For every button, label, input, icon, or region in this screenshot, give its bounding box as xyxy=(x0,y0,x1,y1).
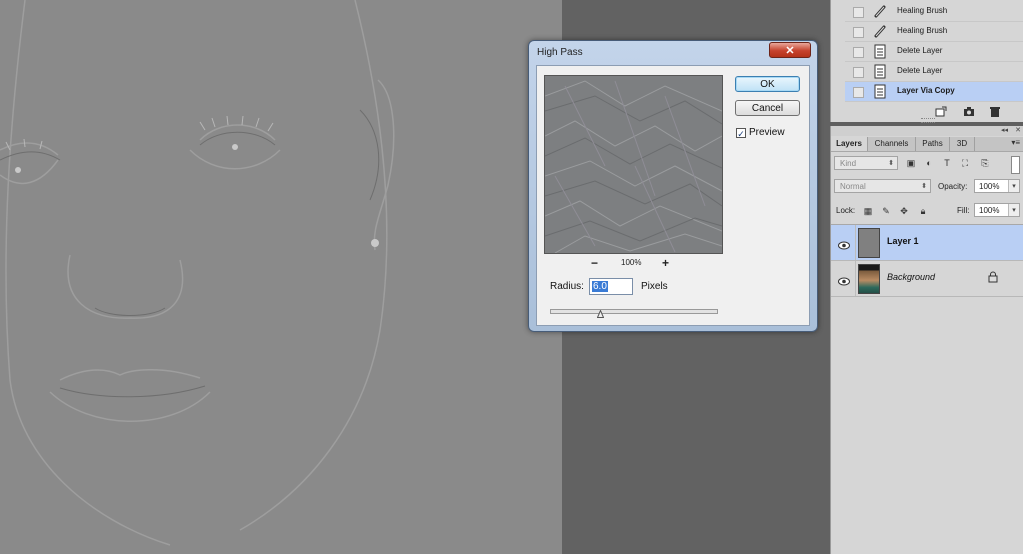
history-item[interactable]: Healing Brush xyxy=(845,22,1023,42)
zoom-in-button[interactable]: + xyxy=(662,256,669,270)
history-toolbar xyxy=(831,102,1023,119)
filter-kind-value: Kind xyxy=(840,159,857,168)
visibility-eye-icon[interactable] xyxy=(838,237,850,250)
lock-label: Lock: xyxy=(836,206,856,215)
history-snapshot-checkbox[interactable] xyxy=(853,47,864,58)
radius-label: Radius: xyxy=(550,281,584,292)
panel-resize-grip[interactable] xyxy=(921,118,935,123)
healing-brush-icon xyxy=(873,24,887,39)
divider xyxy=(855,261,856,296)
layer-name[interactable]: Layer 1 xyxy=(887,236,919,246)
layer-row-background[interactable]: Background xyxy=(831,261,1023,297)
filter-shape-icon[interactable]: ⛶ xyxy=(960,158,970,168)
preview-label: Preview xyxy=(749,127,785,138)
background-thumbnail xyxy=(858,264,880,294)
history-item[interactable]: Delete Layer xyxy=(845,42,1023,62)
lock-icon xyxy=(988,270,998,283)
chevron-down-icon[interactable]: ▾ xyxy=(1008,204,1019,216)
zoom-level: 100% xyxy=(621,258,642,267)
zoom-controls: − 100% + xyxy=(544,256,721,270)
history-snapshot-checkbox[interactable] xyxy=(853,27,864,38)
blend-mode-select[interactable]: Normal ⬍ xyxy=(834,179,931,193)
lock-all-icon[interactable]: 🔒︎ xyxy=(918,206,928,216)
filter-kind-select[interactable]: Kind ⬍ xyxy=(834,156,898,170)
divider xyxy=(855,225,856,260)
layers-panel: ◂◂ ✕ Layers Channels Paths 3D ▾≡ Kind ⬍ ▣… xyxy=(830,126,1023,554)
new-document-from-state-icon[interactable] xyxy=(935,104,947,117)
filter-adjustment-icon[interactable]: ◐ xyxy=(924,158,934,168)
filter-smart-object-icon[interactable]: ⎘ xyxy=(980,158,990,168)
radius-slider-track[interactable] xyxy=(550,309,718,314)
dialog-title: High Pass xyxy=(537,47,583,58)
history-item-label: Delete Layer xyxy=(897,46,943,55)
fill-label: Fill: xyxy=(957,206,970,215)
radius-slider-thumb[interactable] xyxy=(596,305,605,318)
lock-paint-icon[interactable]: ✎ xyxy=(881,206,891,216)
opacity-input[interactable]: 100% ▾ xyxy=(974,179,1020,193)
history-item-label: Delete Layer xyxy=(897,66,943,75)
layer-thumbnail xyxy=(858,228,880,258)
zoom-out-button[interactable]: − xyxy=(591,256,598,270)
opacity-label: Opacity: xyxy=(938,182,968,191)
history-snapshot-checkbox[interactable] xyxy=(853,7,864,18)
panel-collapse-bar[interactable]: ◂◂ ✕ xyxy=(831,126,1023,136)
document-icon xyxy=(873,44,887,59)
chevron-down-icon[interactable]: ▾ xyxy=(1008,180,1019,192)
camera-icon[interactable] xyxy=(963,104,975,116)
radius-input[interactable]: 6.0 xyxy=(589,278,633,295)
history-item-label: Layer Via Copy xyxy=(897,86,955,95)
filter-preview[interactable] xyxy=(544,75,723,254)
lock-row: Lock: ▦ ✎ ✥ 🔒︎ Fill: 100% ▾ xyxy=(831,202,1023,222)
layers-tab-bar: Layers Channels Paths 3D ▾≡ xyxy=(831,137,1023,152)
filter-type-icon[interactable]: T xyxy=(942,158,952,168)
ok-button[interactable]: OK xyxy=(735,76,800,92)
history-item-label: Healing Brush xyxy=(897,6,948,15)
radius-value: 6.0 xyxy=(592,281,608,292)
filter-pixel-icon[interactable]: ▣ xyxy=(906,158,916,168)
cancel-button[interactable]: Cancel xyxy=(735,100,800,116)
history-snapshot-checkbox[interactable] xyxy=(853,87,864,98)
radius-unit: Pixels xyxy=(641,281,668,292)
tab-3d[interactable]: 3D xyxy=(950,137,975,151)
tab-paths[interactable]: Paths xyxy=(916,137,950,151)
embossed-face-image xyxy=(0,0,562,554)
opacity-value: 100% xyxy=(979,182,1000,191)
document-icon xyxy=(873,84,887,99)
history-panel: Healing Brush Healing Brush Delete Layer… xyxy=(830,0,1023,123)
history-snapshot-checkbox[interactable] xyxy=(853,67,864,78)
blend-mode-value: Normal xyxy=(840,182,866,191)
preview-checkbox[interactable]: ✓ xyxy=(736,128,746,139)
preview-texture-image xyxy=(545,76,722,253)
collapse-arrows-icon[interactable]: ◂◂ xyxy=(1001,126,1008,134)
close-button[interactable]: ✕ xyxy=(769,42,811,58)
visibility-eye-icon[interactable] xyxy=(838,273,850,286)
lock-transparent-icon[interactable]: ▦ xyxy=(863,206,873,216)
history-item-active[interactable]: Layer Via Copy xyxy=(845,82,1023,102)
healing-brush-icon xyxy=(873,4,887,19)
tab-channels[interactable]: Channels xyxy=(868,137,916,151)
filter-row: Kind ⬍ ▣ ◐ T ⛶ ⎘ xyxy=(831,154,1023,174)
blend-row: Normal ⬍ Opacity: 100% ▾ xyxy=(831,178,1023,198)
history-item[interactable]: Delete Layer xyxy=(845,62,1023,82)
tab-layers[interactable]: Layers xyxy=(831,137,868,151)
history-item-label: Healing Brush xyxy=(897,26,948,35)
fill-value: 100% xyxy=(979,206,1000,215)
dialog-body: − 100% + OK Cancel ✓ Preview Radius: 6.0… xyxy=(536,65,810,326)
trash-icon[interactable] xyxy=(989,104,1001,117)
close-icon[interactable]: ✕ xyxy=(1015,126,1021,134)
history-item[interactable]: Healing Brush xyxy=(845,2,1023,22)
document-icon xyxy=(873,64,887,79)
filter-toggle-switch[interactable] xyxy=(1011,156,1020,174)
high-pass-image[interactable] xyxy=(0,0,562,554)
lock-move-icon[interactable]: ✥ xyxy=(899,206,909,216)
panel-menu-icon[interactable]: ▾≡ xyxy=(1011,138,1020,147)
high-pass-dialog: High Pass ✕ − 100% + OK Cancel ✓ Preview… xyxy=(528,40,818,332)
fill-input[interactable]: 100% ▾ xyxy=(974,203,1020,217)
layer-name[interactable]: Background xyxy=(887,272,935,282)
layer-row-layer-1[interactable]: Layer 1 xyxy=(831,225,1023,261)
